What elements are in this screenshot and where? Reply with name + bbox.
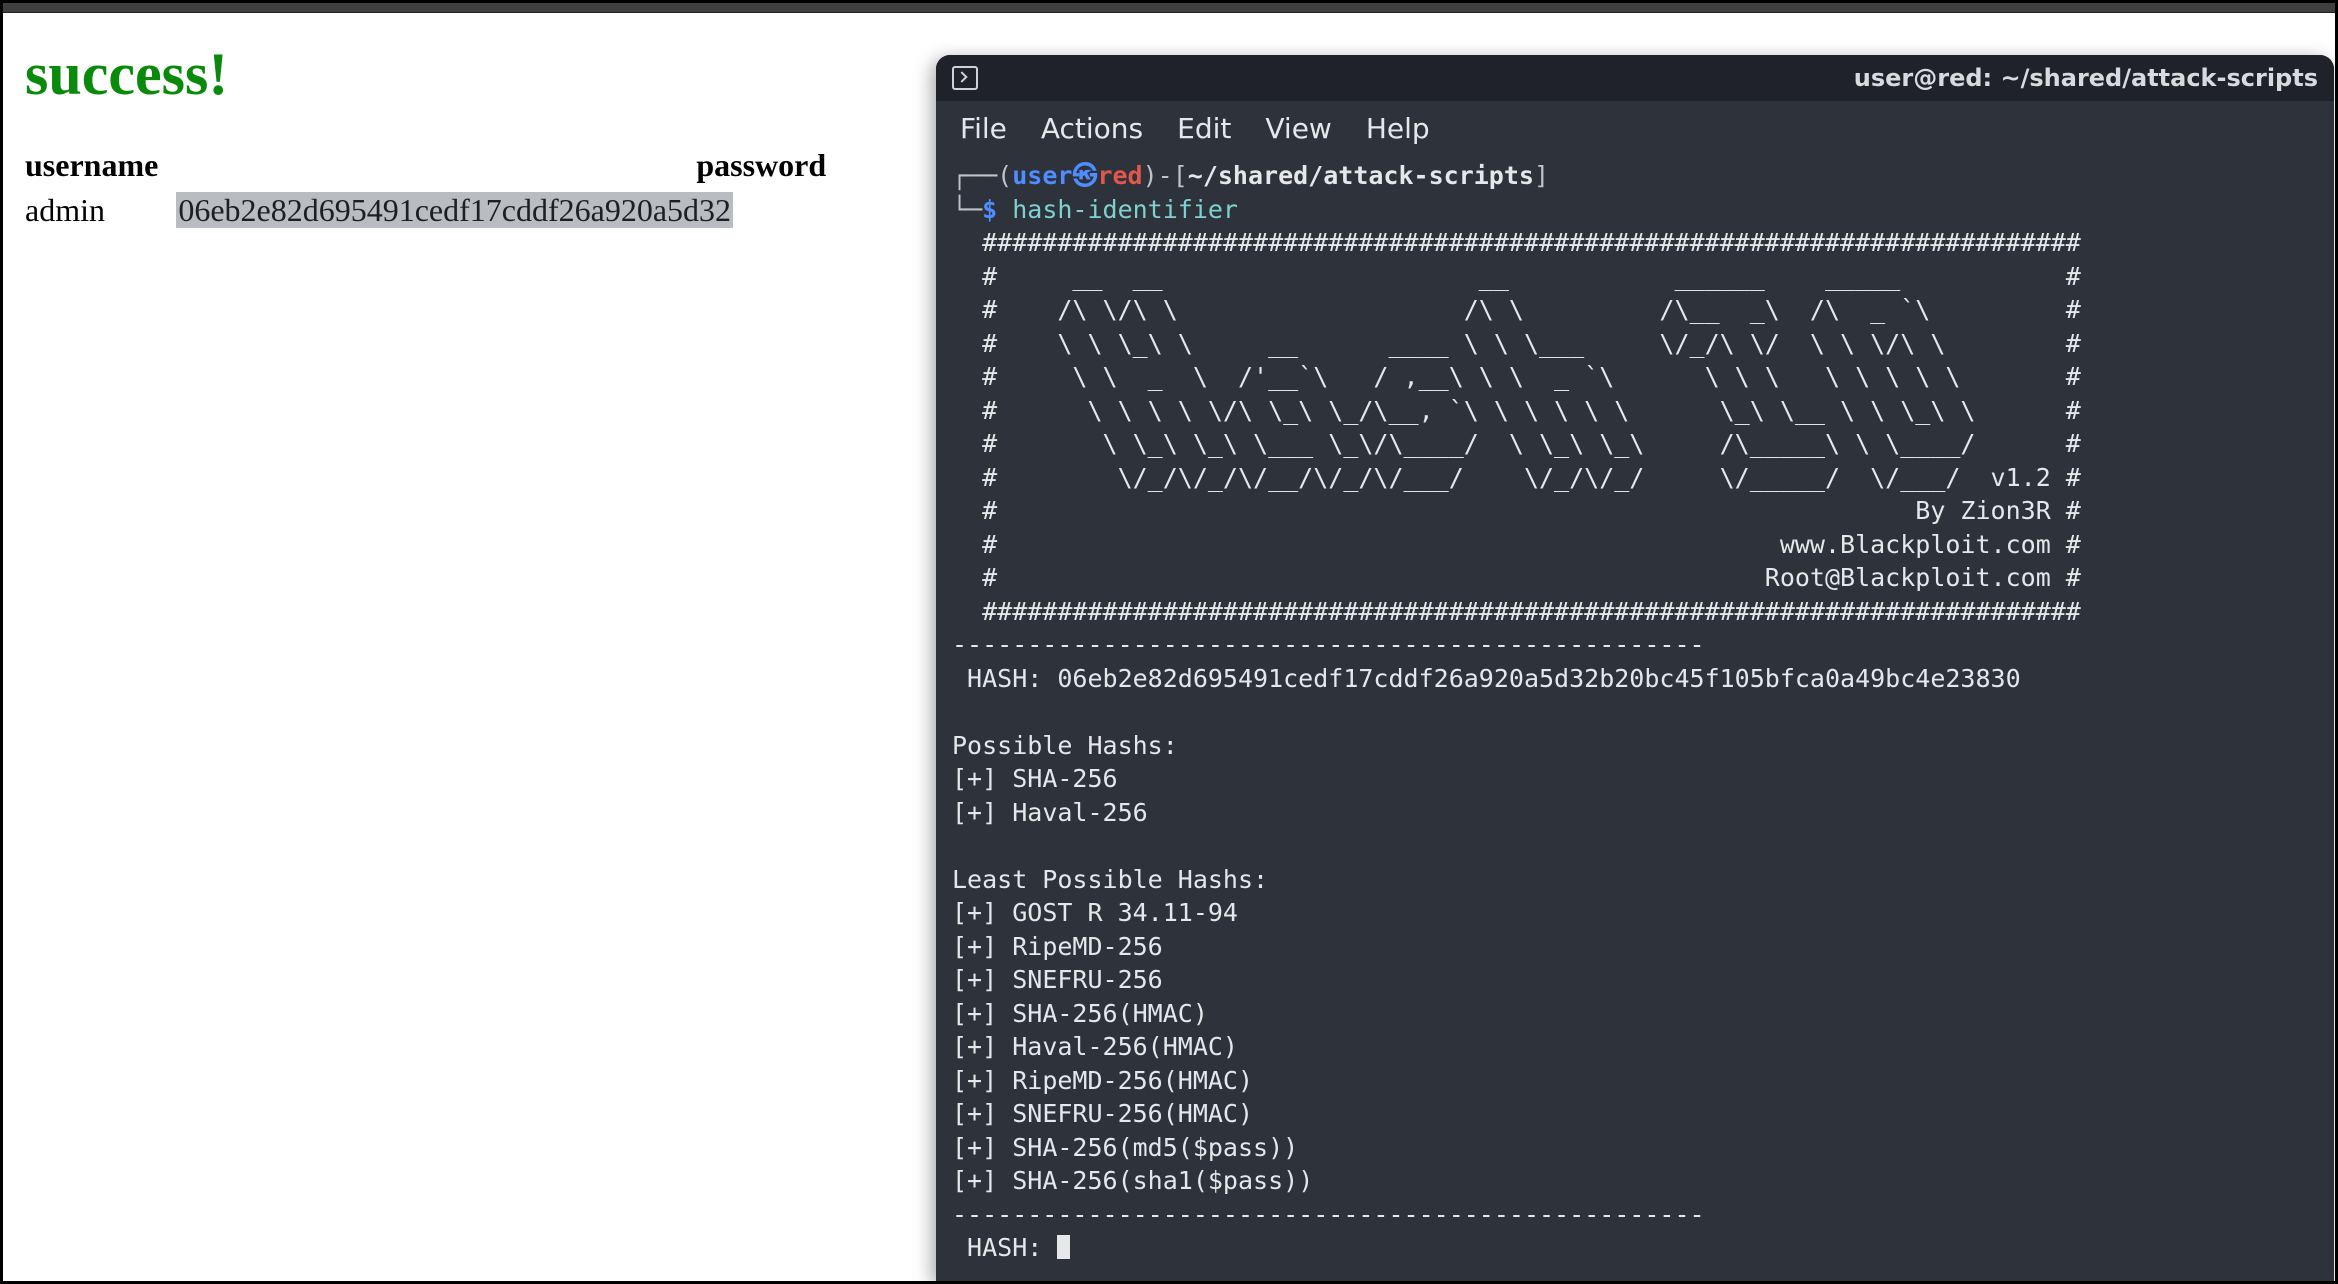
terminal-titlebar[interactable]: user@red: ~/shared/attack-scripts — [936, 55, 2334, 101]
terminal-cursor[interactable] — [1057, 1235, 1070, 1259]
table-row: admin 06eb2e82d695491cedf17cddf26a920a5d… — [25, 188, 844, 233]
prompt-command: hash-identifier — [1012, 195, 1238, 224]
selected-hash-text[interactable]: 06eb2e82d695491cedf17cddf26a920a5d32 — [176, 192, 733, 228]
cell-password-hash[interactable]: 06eb2e82d695491cedf17cddf26a920a5d32 — [176, 188, 844, 233]
least-hash-item: GOST R 34.11-94 — [1012, 898, 1238, 927]
banner-line: # www.Blackploit.com # — [952, 530, 2081, 559]
hash-value: 06eb2e82d695491cedf17cddf26a920a5d32b20b… — [1057, 664, 2020, 693]
banner-line: # __ __ __ ______ _____ # — [952, 262, 2081, 291]
least-hash-item: SHA-256(sha1($pass)) — [1012, 1166, 1313, 1195]
banner-line: # \ \ \ \ \/\ \_\ \_/\__, `\ \ \ \ \ \ \… — [952, 396, 2081, 425]
app-frame: success! username password admin 06eb2e8… — [0, 0, 2338, 1284]
possible-hash-item: Haval-256 — [1012, 798, 1147, 827]
banner-line: # /\ \/\ \ /\ \ /\__ _\ /\ _ `\ # — [952, 295, 2081, 324]
menu-file[interactable]: File — [960, 112, 1007, 145]
banner-line: ########################################… — [952, 228, 2081, 257]
least-hash-item: RipeMD-256(HMAC) — [1012, 1066, 1253, 1095]
possible-hash-item: SHA-256 — [1012, 764, 1117, 793]
least-possible-label: Least Possible Hashs: — [952, 865, 1268, 894]
terminal-window[interactable]: user@red: ~/shared/attack-scripts File A… — [936, 55, 2334, 1281]
rule-line: ----------------------------------------… — [952, 630, 1705, 659]
least-hash-item: Haval-256(HMAC) — [1012, 1032, 1238, 1061]
least-hash-item: SNEFRU-256 — [1012, 965, 1163, 994]
hash-prompt-label: HASH: — [952, 1233, 1057, 1262]
credentials-table: username password admin 06eb2e82d695491c… — [25, 143, 844, 233]
least-hash-item: RipeMD-256 — [1012, 932, 1163, 961]
prompt-path: ~/shared/attack-scripts — [1188, 161, 1534, 190]
terminal-title: user@red: ~/shared/attack-scripts — [1854, 64, 2318, 92]
menu-edit[interactable]: Edit — [1177, 112, 1231, 145]
menu-help[interactable]: Help — [1366, 112, 1430, 145]
banner-line: ########################################… — [952, 597, 2081, 626]
least-hash-item: SHA-256(HMAC) — [1012, 999, 1208, 1028]
prompt-user: user — [1012, 161, 1072, 190]
banner-line: # \ \ _ \ /'__`\ / ,__\ \ \ _ `\ \ \ \ \… — [952, 362, 2081, 391]
least-hash-item: SHA-256(md5($pass)) — [1012, 1133, 1298, 1162]
banner-line: # \/_/\/_/\/__/\/_/\/___/ \/_/\/_/ \/___… — [952, 463, 2081, 492]
hash-label: HASH: — [952, 664, 1057, 693]
banner-line: # \ \ \_\ \ __ ____ \ \ \___ \/_/\ \/ \ … — [952, 329, 2081, 358]
prompt-host: red — [1097, 161, 1142, 190]
least-hash-item: SNEFRU-256(HMAC) — [1012, 1099, 1253, 1128]
terminal-body[interactable]: ┌──(user㉿red)-[~/shared/attack-scripts] … — [936, 155, 2334, 1281]
possible-hashes-label: Possible Hashs: — [952, 731, 1178, 760]
window-top-strip — [3, 3, 2335, 13]
menu-view[interactable]: View — [1265, 112, 1331, 145]
menu-actions[interactable]: Actions — [1041, 112, 1143, 145]
terminal-menubar[interactable]: File Actions Edit View Help — [936, 101, 2334, 155]
banner-line: # Root@Blackploit.com # — [952, 563, 2081, 592]
banner-line: # By Zion3R # — [952, 496, 2081, 525]
rule-line: ----------------------------------------… — [952, 1200, 1705, 1229]
terminal-icon — [952, 66, 978, 90]
col-password-header: password — [176, 143, 844, 188]
banner-line: # \ \_\ \_\ \___ \_\/\____/ \ \_\ \_\ /\… — [952, 429, 2081, 458]
cell-username: admin — [25, 188, 176, 233]
table-header-row: username password — [25, 143, 844, 188]
col-username-header: username — [25, 143, 176, 188]
